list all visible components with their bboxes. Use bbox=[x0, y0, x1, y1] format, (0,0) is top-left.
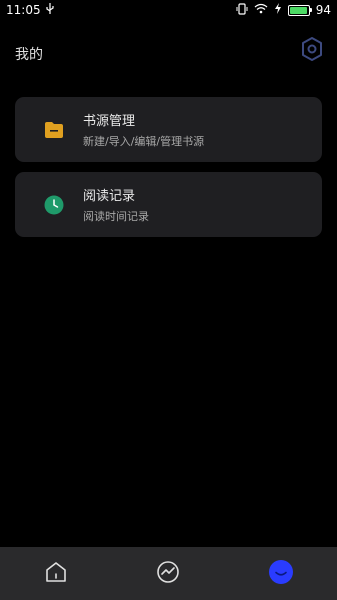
card-subtitle: 阅读时间记录 bbox=[83, 210, 149, 223]
status-time: 11:05 bbox=[6, 3, 41, 17]
card-title: 阅读记录 bbox=[83, 189, 136, 204]
bottom-nav bbox=[0, 547, 337, 600]
card-text: 阅读记录 阅读时间记录 bbox=[83, 185, 149, 224]
nav-home[interactable] bbox=[36, 554, 76, 594]
reading-record-card[interactable]: 阅读记录 阅读时间记录 bbox=[15, 172, 322, 237]
wifi-icon bbox=[254, 3, 268, 17]
usb-icon bbox=[45, 2, 55, 18]
home-icon bbox=[44, 561, 68, 587]
card-subtitle: 新建/导入/编辑/管理书源 bbox=[83, 135, 205, 148]
vibrate-icon bbox=[236, 2, 248, 18]
status-bar: 11:05 94 bbox=[0, 0, 337, 20]
folder-icon bbox=[43, 119, 65, 141]
profile-icon bbox=[268, 559, 294, 589]
status-right: 94 bbox=[236, 2, 331, 18]
settings-icon bbox=[301, 37, 323, 65]
card-text: 书源管理 新建/导入/编辑/管理书源 bbox=[83, 110, 204, 149]
charging-icon bbox=[274, 3, 282, 17]
settings-button[interactable] bbox=[299, 37, 325, 65]
nav-profile[interactable] bbox=[261, 554, 301, 594]
clock-icon bbox=[43, 194, 65, 216]
book-source-card[interactable]: 书源管理 新建/导入/编辑/管理书源 bbox=[15, 97, 322, 162]
trend-icon bbox=[156, 560, 180, 588]
battery-icon bbox=[287, 4, 312, 16]
page-title: 我的 bbox=[15, 47, 43, 63]
nav-trend[interactable] bbox=[148, 554, 188, 594]
status-left: 11:05 bbox=[6, 2, 55, 18]
card-title: 书源管理 bbox=[83, 114, 136, 129]
battery-level: 94 bbox=[315, 3, 331, 17]
